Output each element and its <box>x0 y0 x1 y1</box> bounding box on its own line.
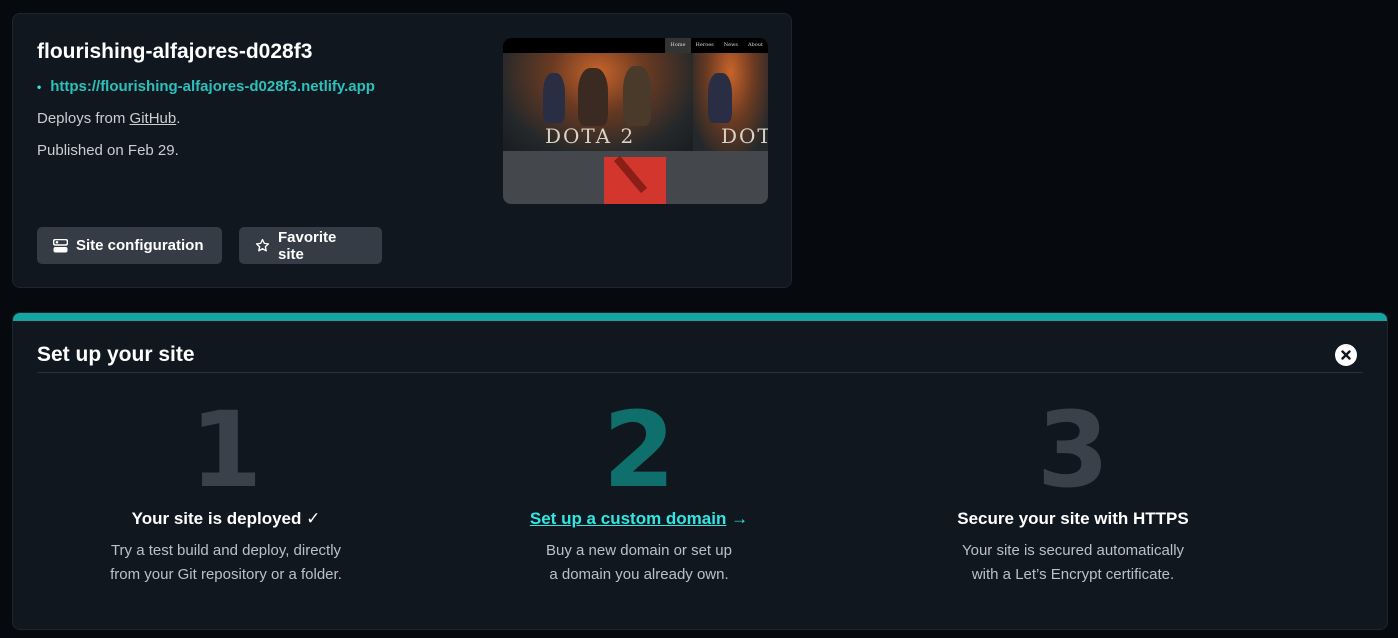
deploys-prefix: Deploys from <box>37 110 130 127</box>
site-configuration-label: Site configuration <box>76 237 204 254</box>
setup-accent-bar <box>13 313 1387 321</box>
setup-step-3: 3 Secure your site with HTTPS Your site … <box>893 395 1253 587</box>
preview-dota-title-repeat: DOT <box>721 124 768 148</box>
site-url-link[interactable]: https://flourishing-alfajores-d028f3.net… <box>50 78 375 95</box>
step-number: 3 <box>1036 389 1110 511</box>
github-link[interactable]: GitHub <box>130 110 177 127</box>
url-bullet: • <box>37 79 42 94</box>
preview-hero-figure <box>543 73 565 123</box>
step-description-line: Buy a new domain or set up <box>546 542 732 559</box>
deploys-suffix: . <box>176 110 181 127</box>
published-date: Published on Feb 29. <box>37 142 179 159</box>
favorite-site-label: Favorite site <box>278 228 337 263</box>
preview-nav-item: About <box>747 42 763 48</box>
step-description-line: Try a test build and deploy, directly <box>110 542 342 559</box>
preview-dota-title: DOTA 2 <box>545 124 636 148</box>
site-name: flourishing-alfajores-d028f3 <box>37 40 313 63</box>
star-icon <box>255 238 270 253</box>
setup-title: Set up your site <box>37 343 195 366</box>
favorite-site-button[interactable]: Favorite site <box>239 227 382 264</box>
site-configuration-button[interactable]: Site configuration <box>37 227 222 264</box>
setup-step-1: 1 Your site is deployed ✓ Try a test bui… <box>46 395 406 587</box>
preview-nav-item: Heroes <box>695 42 714 48</box>
settings-icon <box>53 238 68 253</box>
step-heading: Secure your site with HTTPS <box>957 509 1189 528</box>
arrow-right-icon: → <box>726 509 749 528</box>
site-overview-card: flourishing-alfajores-d028f3 • https://f… <box>12 13 792 288</box>
site-url-row: • https://flourishing-alfajores-d028f3.n… <box>37 78 375 95</box>
step-description-line: with a Let’s Encrypt certificate. <box>971 566 1175 583</box>
preview-nav-item: Home <box>665 38 691 53</box>
step-description: Your site is secured automatically with … <box>893 539 1253 587</box>
preview-nav: Home Heroes News About <box>665 38 768 53</box>
preview-hero-figure <box>578 68 608 126</box>
preview-dota-logo <box>604 157 666 204</box>
step-number: 2 <box>602 389 676 511</box>
step-number: 1 <box>189 389 263 511</box>
deploys-from: Deploys from GitHub. <box>37 110 180 127</box>
site-preview-thumbnail[interactable]: Home Heroes News About DOTA 2 DOT <box>503 38 768 204</box>
step-heading: Your site is deployed ✓ <box>131 509 321 528</box>
custom-domain-link[interactable]: Set up a custom domain <box>530 509 726 528</box>
close-icon[interactable] <box>1335 344 1357 366</box>
preview-hero-figure <box>623 66 651 126</box>
step-description-line: a domain you already own. <box>549 566 729 583</box>
step-heading: Set up a custom domain → <box>459 509 819 529</box>
preview-hero-figure <box>708 73 732 123</box>
step-description-line: from your Git repository or a folder. <box>110 566 342 583</box>
setup-divider <box>37 372 1363 373</box>
preview-nav-item: News <box>723 42 738 48</box>
step-description: Try a test build and deploy, directly fr… <box>46 539 406 587</box>
step-description-line: Your site is secured automatically <box>961 542 1185 559</box>
step-description: Buy a new domain or set up a domain you … <box>459 539 819 587</box>
setup-site-card: Set up your site 1 Your site is deployed… <box>12 312 1388 630</box>
setup-step-2: 2 Set up a custom domain → Buy a new dom… <box>459 395 819 587</box>
